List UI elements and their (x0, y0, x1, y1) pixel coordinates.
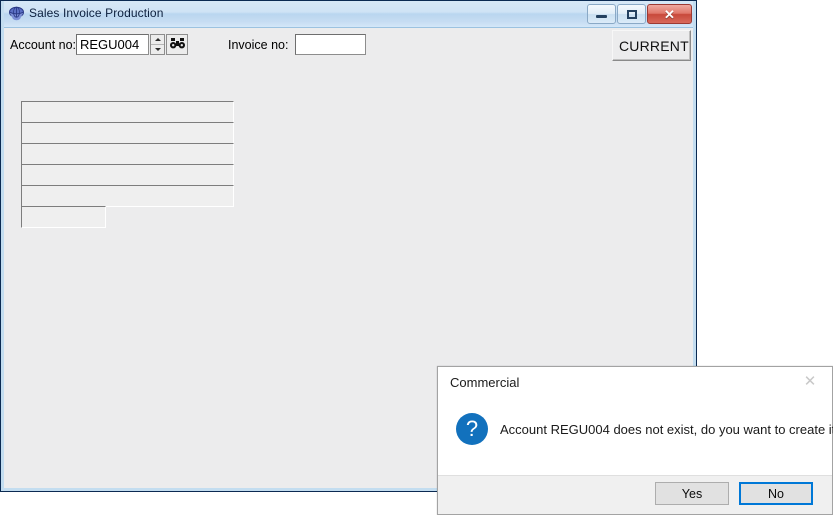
close-button[interactable]: ✕ (647, 4, 692, 24)
account-search-button[interactable] (166, 34, 188, 55)
invoice-no-label: Invoice no: (228, 38, 289, 52)
yes-button[interactable]: Yes (655, 482, 729, 505)
account-no-input[interactable] (76, 34, 149, 55)
spin-down-icon (154, 48, 161, 51)
minimize-button[interactable] (587, 4, 616, 24)
commercial-dialog: Commercial ✕ ? Account REGU004 does not … (437, 366, 833, 515)
spin-up-icon (154, 38, 161, 41)
minimize-icon (596, 15, 607, 18)
account-no-stepper[interactable] (150, 34, 165, 55)
stepper-down-button[interactable] (151, 45, 164, 54)
detail-field-5[interactable] (21, 185, 234, 207)
no-button[interactable]: No (739, 482, 813, 505)
window-controls: ✕ (587, 4, 692, 24)
globe-icon (8, 6, 25, 23)
window-title: Sales Invoice Production (29, 6, 164, 20)
dialog-footer: Yes No (438, 475, 832, 514)
stepper-up-button[interactable] (151, 35, 164, 45)
close-icon: ✕ (664, 6, 675, 22)
account-no-label: Account no: (10, 38, 77, 52)
detail-field-3[interactable] (21, 143, 234, 165)
detail-field-6[interactable] (21, 206, 106, 228)
invoice-no-input[interactable] (295, 34, 366, 55)
question-mark-glyph: ? (465, 415, 479, 441)
detail-field-1[interactable] (21, 101, 234, 123)
question-icon: ? (456, 413, 488, 445)
detail-field-2[interactable] (21, 122, 234, 144)
dialog-close-button[interactable]: ✕ (788, 367, 832, 396)
maximize-button[interactable] (617, 4, 646, 24)
current-button[interactable]: CURRENT (612, 30, 691, 61)
dialog-message: Account REGU004 does not exist, do you w… (500, 422, 833, 437)
detail-field-4[interactable] (21, 164, 234, 186)
dialog-title: Commercial (450, 375, 520, 390)
maximize-icon (626, 9, 637, 19)
dialog-body: ? Account REGU004 does not exist, do you… (438, 396, 833, 477)
close-icon: ✕ (803, 373, 817, 390)
window-titlebar[interactable]: Sales Invoice Production ✕ (1, 1, 696, 28)
binoculars-icon (169, 37, 185, 53)
